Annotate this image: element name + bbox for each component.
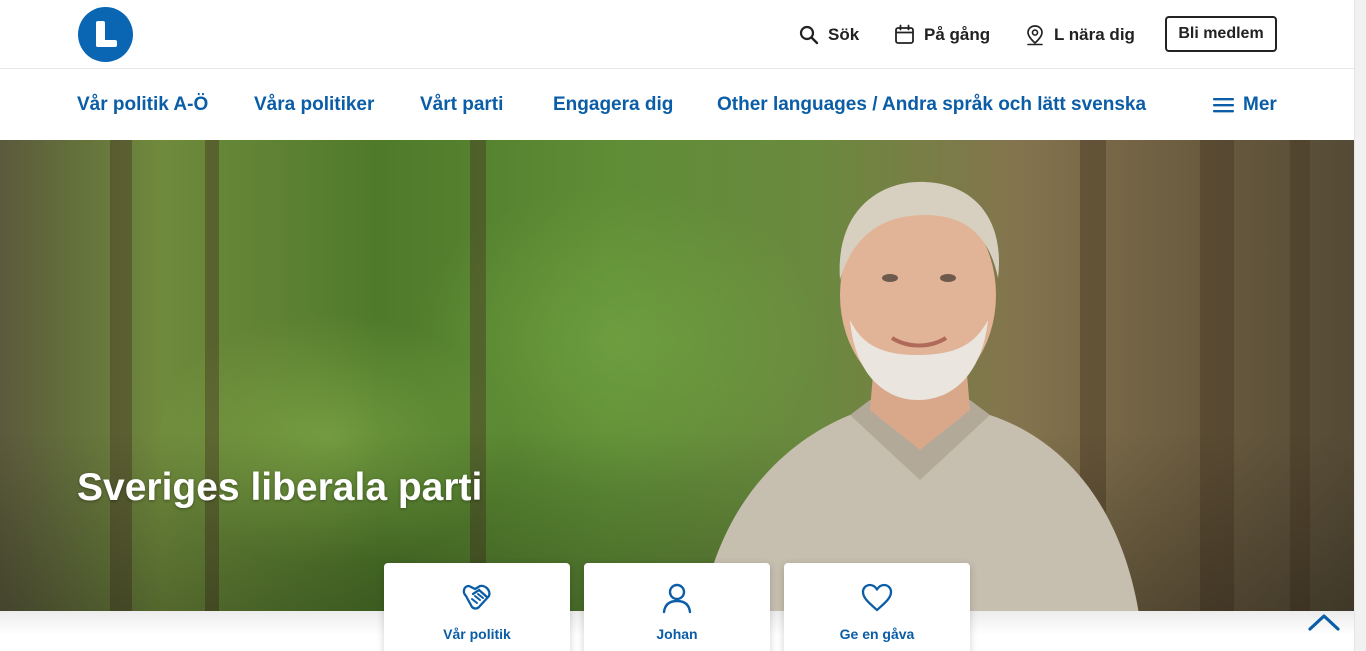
- nav-item-party[interactable]: Vårt parti: [420, 69, 503, 140]
- card-our-policy-label: Vår politik: [443, 626, 511, 642]
- hamburger-menu-icon: [1213, 97, 1234, 112]
- search-label: Sök: [828, 24, 860, 44]
- logo-letter-foot: [96, 40, 117, 47]
- near-you-label: L nära dig: [1054, 24, 1135, 44]
- hero-portrait-photo: [701, 181, 1139, 611]
- near-you-link[interactable]: L nära dig: [1025, 0, 1135, 69]
- page-scrollbar[interactable]: [1354, 0, 1366, 651]
- calendar-icon: [895, 24, 914, 44]
- events-link[interactable]: På gång: [894, 0, 990, 69]
- hero-title: Sveriges liberala parti: [77, 466, 483, 509]
- main-navigation: Vår politik A-Ö Våra politiker Vårt part…: [0, 69, 1354, 140]
- user-icon: [662, 583, 692, 614]
- location-pin-icon: [1027, 24, 1043, 45]
- card-johan-label: Johan: [656, 626, 698, 642]
- scroll-to-top-button[interactable]: [1307, 610, 1341, 634]
- become-member-button[interactable]: Bli medlem: [1165, 16, 1277, 52]
- search-icon: [799, 25, 819, 44]
- nav-item-politicians[interactable]: Våra politiker: [254, 69, 374, 140]
- handshake-icon: [462, 584, 491, 610]
- search-link[interactable]: Sök: [799, 0, 859, 69]
- heart-icon: [861, 583, 893, 612]
- events-label: På gång: [924, 24, 991, 44]
- party-logo[interactable]: [78, 7, 133, 62]
- nav-item-get-involved[interactable]: Engagera dig: [553, 69, 673, 140]
- card-our-policy[interactable]: Vår politik: [384, 563, 570, 651]
- nav-item-policy-a-o[interactable]: Vår politik A-Ö: [77, 69, 208, 140]
- more-menu-button[interactable]: Mer: [1213, 69, 1277, 140]
- card-donate-label: Ge en gåva: [839, 626, 915, 642]
- nav-item-other-languages[interactable]: Other languages / Andra språk och lätt s…: [717, 69, 1146, 140]
- hero-banner: Sveriges liberala parti: [0, 140, 1354, 611]
- card-johan[interactable]: Johan: [584, 563, 770, 651]
- chevron-up-icon: [1308, 614, 1340, 631]
- top-bar: Sök På gång L nära dig Bli medlem: [0, 0, 1354, 69]
- more-menu-label: Mer: [1243, 93, 1277, 115]
- card-donate[interactable]: Ge en gåva: [784, 563, 970, 651]
